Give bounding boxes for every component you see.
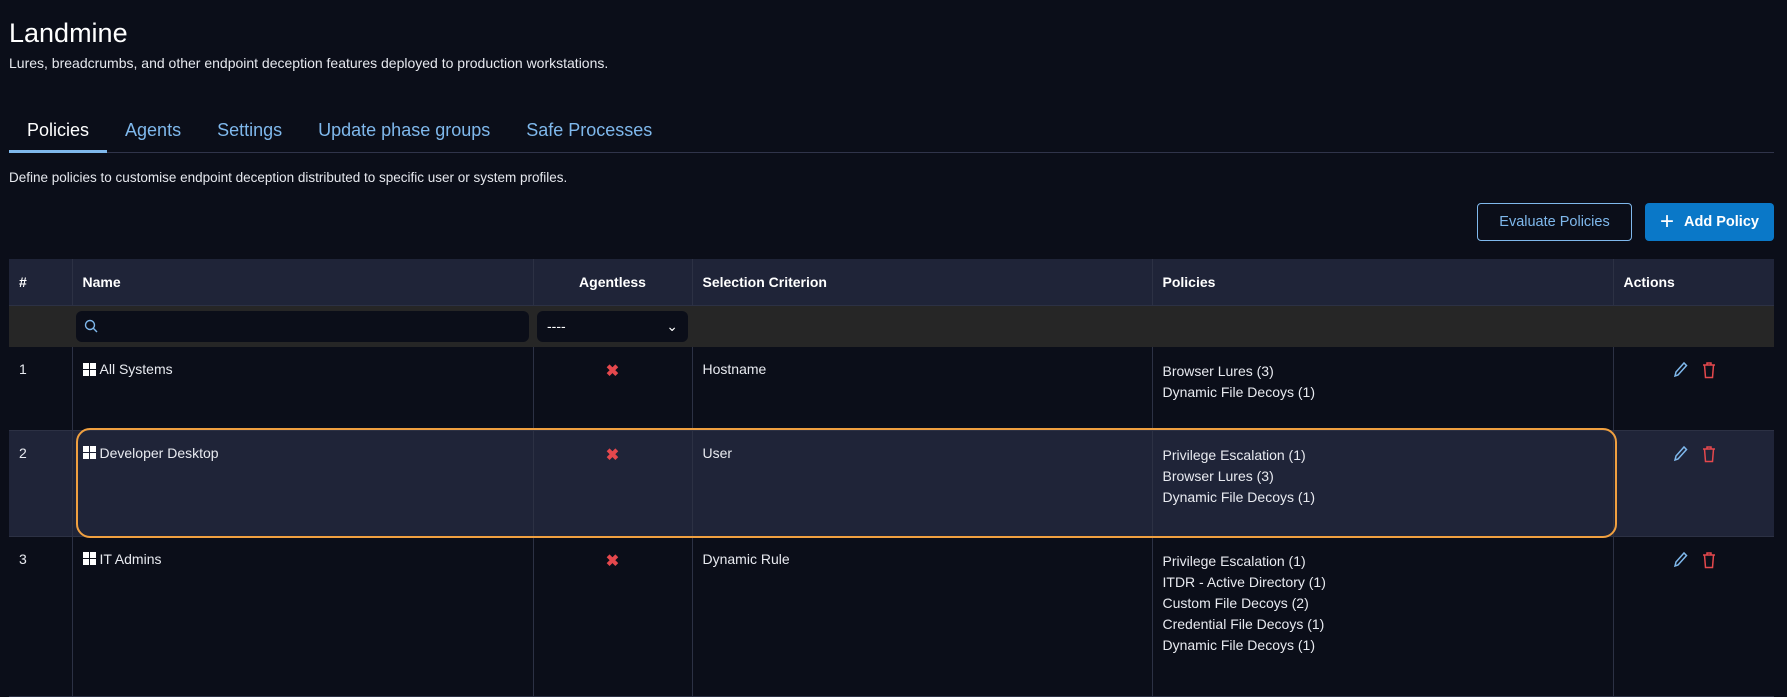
policy-item: Dynamic File Decoys (1) [1162, 384, 1315, 400]
chevron-down-icon: ⌄ [666, 317, 678, 334]
row-number: 1 [9, 347, 73, 431]
name-search-input[interactable] [98, 317, 529, 335]
policy-item: Dynamic File Decoys (1) [1162, 636, 1315, 653]
policy-item: Privilege Escalation (1) [1162, 552, 1306, 569]
policy-item: Browser Lures (3) [1162, 467, 1274, 484]
policy-item: Dynamic File Decoys (1) [1162, 488, 1315, 505]
row-name: Developer Desktop [99, 444, 219, 461]
cross-icon: ✖ [605, 446, 620, 464]
table-row[interactable]: 1 All Systems ✖ Hostname Browser Lures (… [9, 347, 1774, 431]
column-header-number[interactable]: # [9, 259, 73, 306]
table-row[interactable]: 2 Developer Desktop ✖ User Privilege Esc… [9, 430, 1774, 537]
trash-icon[interactable] [1702, 445, 1716, 463]
evaluate-policies-label: Evaluate Policies [1499, 214, 1610, 230]
tab-policies[interactable]: Policies [9, 112, 108, 153]
tab-safe-processes[interactable]: Safe Processes [508, 112, 670, 153]
name-search-field[interactable] [76, 310, 529, 342]
column-header-policies[interactable]: Policies [1152, 259, 1614, 306]
trash-icon[interactable] [1702, 361, 1716, 379]
policies-description: Define policies to customise endpoint de… [9, 170, 568, 185]
search-icon [84, 320, 98, 333]
row-criterion: User [692, 430, 1153, 537]
agentless-filter-value: ---- [547, 318, 566, 335]
windows-icon [82, 552, 96, 565]
row-criterion: Hostname [692, 347, 1153, 431]
edit-icon[interactable] [1672, 551, 1688, 569]
row-criterion: Dynamic Rule [692, 536, 1153, 697]
tab-update-phase-groups[interactable]: Update phase groups [300, 112, 508, 153]
column-header-agentless[interactable]: Agentless [533, 259, 693, 306]
row-name: All Systems [99, 361, 173, 377]
row-name: IT Admins [99, 550, 162, 567]
add-policy-button[interactable]: + Add Policy [1645, 203, 1774, 241]
policy-item: Privilege Escalation (1) [1162, 446, 1306, 463]
trash-icon[interactable] [1702, 551, 1716, 569]
windows-icon [82, 446, 96, 459]
tab-bar: Policies Agents Settings Update phase gr… [9, 112, 1774, 153]
plus-icon: + [1660, 208, 1675, 235]
tab-agents[interactable]: Agents [107, 112, 199, 153]
agentless-filter-select[interactable]: ---- ⌄ [537, 310, 688, 342]
page-subtitle: Lures, breadcrumbs, and other endpoint d… [9, 55, 609, 71]
column-header-selection-criterion[interactable]: Selection Criterion [692, 259, 1153, 306]
page-title: Landmine [9, 18, 128, 48]
edit-icon[interactable] [1672, 361, 1688, 379]
policy-item: ITDR - Active Directory (1) [1162, 573, 1326, 590]
column-header-name[interactable]: Name [72, 259, 534, 306]
tab-settings[interactable]: Settings [199, 112, 300, 153]
row-number: 3 [9, 536, 73, 697]
row-number: 2 [9, 430, 73, 537]
column-header-actions: Actions [1613, 259, 1774, 306]
policies-table: # Name Agentless Selection Criterion Pol… [9, 259, 1774, 697]
cross-icon: ✖ [605, 363, 620, 380]
evaluate-policies-button[interactable]: Evaluate Policies [1477, 203, 1632, 241]
table-row[interactable]: 3 IT Admins ✖ Dynamic Rule Privilege Esc… [9, 536, 1774, 697]
filter-row: ---- ⌄ [9, 305, 1774, 347]
policy-item: Custom File Decoys (2) [1162, 594, 1309, 611]
policy-item: Browser Lures (3) [1162, 363, 1274, 379]
cross-icon: ✖ [605, 552, 620, 570]
policy-item: Credential File Decoys (1) [1162, 615, 1325, 632]
edit-icon[interactable] [1672, 445, 1688, 463]
windows-icon [82, 362, 96, 376]
add-policy-label: Add Policy [1684, 214, 1759, 230]
